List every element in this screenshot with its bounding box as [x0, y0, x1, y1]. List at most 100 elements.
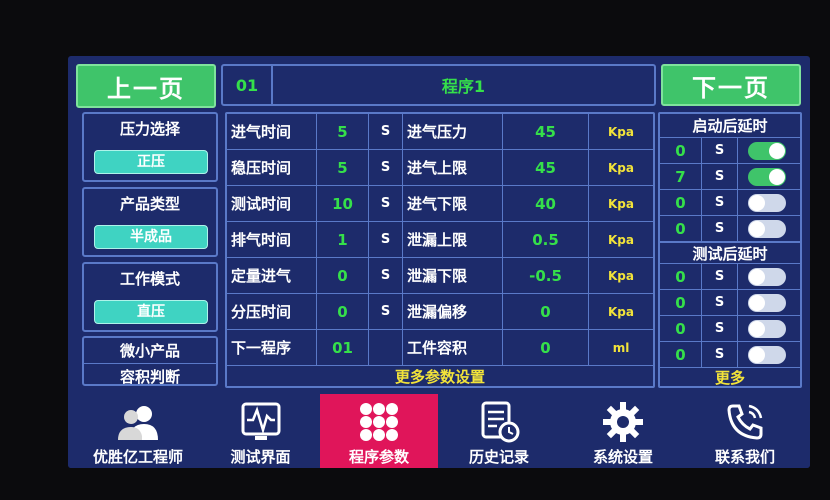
delay-value[interactable]: 0: [660, 316, 702, 342]
param-unit: S: [369, 186, 403, 222]
toggle-knob: [749, 221, 765, 237]
param-unit: S: [369, 222, 403, 258]
hmi-screen: 上一页 01 程序1 下一页 压力选择 正压 产品类型 半成品 工作模式 直压 …: [68, 56, 810, 468]
delay-toggle-cell: [738, 290, 800, 316]
delay-value[interactable]: 0: [660, 264, 702, 290]
toggle-switch-off[interactable]: [748, 346, 786, 364]
product-type-title: 产品类型: [119, 195, 180, 213]
param-unit: Kpa: [589, 150, 653, 186]
work-mode-panel: 工作模式 直压: [82, 262, 218, 332]
param-label: 进气下限: [403, 186, 503, 222]
param-unit: Kpa: [589, 114, 653, 150]
param-unit: S: [369, 258, 403, 294]
delay-unit: S: [702, 264, 738, 290]
param-value[interactable]: 10: [317, 186, 369, 222]
more-params-button[interactable]: 更多参数设置: [227, 366, 653, 388]
toggle-switch-off[interactable]: [748, 194, 786, 212]
tab-engineer-label: 优胜亿工程师: [92, 448, 183, 466]
delay-toggle-cell: [738, 316, 800, 342]
toggle-switch-off[interactable]: [748, 220, 786, 238]
param-unit: ml: [589, 330, 653, 366]
delay-value[interactable]: 0: [660, 342, 702, 368]
delay-toggle-cell: [738, 138, 800, 164]
param-label: 泄漏偏移: [403, 294, 503, 330]
param-label: 稳压时间: [227, 150, 317, 186]
delay-toggle-cell: [738, 164, 800, 190]
next-page-button[interactable]: 下一页: [661, 64, 801, 106]
tab-contact-us[interactable]: 联系我们: [686, 394, 804, 466]
micro-product-panel[interactable]: 微小产品 容积判断: [82, 336, 218, 386]
tab-program-params-label: 程序参数: [348, 448, 409, 466]
tab-test-screen[interactable]: 测试界面: [203, 394, 318, 466]
product-type-button[interactable]: 半成品: [94, 225, 208, 249]
toggle-knob: [749, 195, 765, 211]
prev-page-button[interactable]: 上一页: [76, 64, 216, 108]
param-value[interactable]: 5: [317, 114, 369, 150]
param-value[interactable]: 0: [317, 294, 369, 330]
param-value[interactable]: 0: [503, 330, 589, 366]
delay-value[interactable]: 0: [660, 190, 702, 216]
work-mode-title: 工作模式: [119, 270, 180, 288]
work-mode-button[interactable]: 直压: [94, 300, 208, 324]
toggle-switch-off[interactable]: [748, 320, 786, 338]
param-value[interactable]: 0.5: [503, 222, 589, 258]
tab-test-screen-label: 测试界面: [230, 448, 291, 466]
toggle-switch-on[interactable]: [748, 142, 786, 160]
param-value[interactable]: 01: [317, 330, 369, 366]
delay-value[interactable]: 0: [660, 290, 702, 316]
param-unit: S: [369, 150, 403, 186]
param-value[interactable]: 0: [317, 258, 369, 294]
toggle-switch-off[interactable]: [748, 268, 786, 286]
param-value[interactable]: 5: [317, 150, 369, 186]
delay-toggle-cell: [738, 342, 800, 368]
toggle-knob: [749, 269, 765, 285]
tab-history-label: 历史记录: [468, 448, 529, 466]
program-number-value: 01: [235, 75, 259, 95]
program-header: 01 程序1: [221, 64, 656, 106]
toggle-switch-off[interactable]: [748, 294, 786, 312]
param-label: 下一程序: [227, 330, 317, 366]
param-unit: Kpa: [589, 222, 653, 258]
program-number[interactable]: 01: [223, 66, 273, 104]
param-label: 进气上限: [403, 150, 503, 186]
delay-toggle-cell: [738, 216, 800, 242]
pressure-select-panel: 压力选择 正压: [82, 112, 218, 182]
delay-toggle-cell: [738, 190, 800, 216]
tab-program-params[interactable]: 程序参数: [320, 394, 438, 468]
delay-unit: S: [702, 164, 738, 190]
test-delay-title: 测试后延时: [660, 242, 800, 264]
toggle-switch-on[interactable]: [748, 168, 786, 186]
gear-icon: [603, 402, 643, 442]
param-unit: Kpa: [589, 294, 653, 330]
parameters-table: 进气时间 5 S 进气压力 45 Kpa 稳压时间 5 S 进气上限 45 Kpa 测试时间 10 S 进气下…: [225, 112, 655, 388]
toggle-knob: [749, 295, 765, 311]
tab-engineer[interactable]: 优胜亿工程师: [78, 394, 198, 466]
pressure-select-button[interactable]: 正压: [94, 150, 208, 174]
toggle-knob: [769, 143, 785, 159]
param-label: 工件容积: [403, 330, 503, 366]
param-value[interactable]: 40: [503, 186, 589, 222]
waveform-monitor-icon: [241, 402, 280, 440]
delay-value[interactable]: 7: [660, 164, 702, 190]
param-label: 泄漏下限: [403, 258, 503, 294]
tab-system-settings[interactable]: 系统设置: [563, 394, 683, 466]
bottom-tab-bar: 优胜亿工程师 测试界面 程序参数 历史记录 系统设置 联系我们: [68, 388, 810, 468]
param-value[interactable]: 45: [503, 114, 589, 150]
tab-system-settings-label: 系统设置: [592, 448, 653, 466]
tab-contact-us-label: 联系我们: [714, 448, 775, 466]
param-label: 泄漏上限: [403, 222, 503, 258]
delay-panel: 启动后延时 0S7S0S0S 测试后延时 0S0S0S0S 更多: [658, 112, 802, 388]
param-unit: [369, 330, 403, 366]
program-name[interactable]: 程序1: [273, 66, 654, 104]
param-value[interactable]: 45: [503, 150, 589, 186]
param-value[interactable]: -0.5: [503, 258, 589, 294]
param-value[interactable]: 1: [317, 222, 369, 258]
param-label: 分压时间: [227, 294, 317, 330]
delay-value[interactable]: 0: [660, 138, 702, 164]
param-label: 进气压力: [403, 114, 503, 150]
tab-history[interactable]: 历史记录: [440, 394, 558, 466]
delay-value[interactable]: 0: [660, 216, 702, 242]
pressure-select-title: 压力选择: [119, 120, 180, 138]
param-value[interactable]: 0: [503, 294, 589, 330]
more-delay-button[interactable]: 更多: [660, 368, 800, 388]
